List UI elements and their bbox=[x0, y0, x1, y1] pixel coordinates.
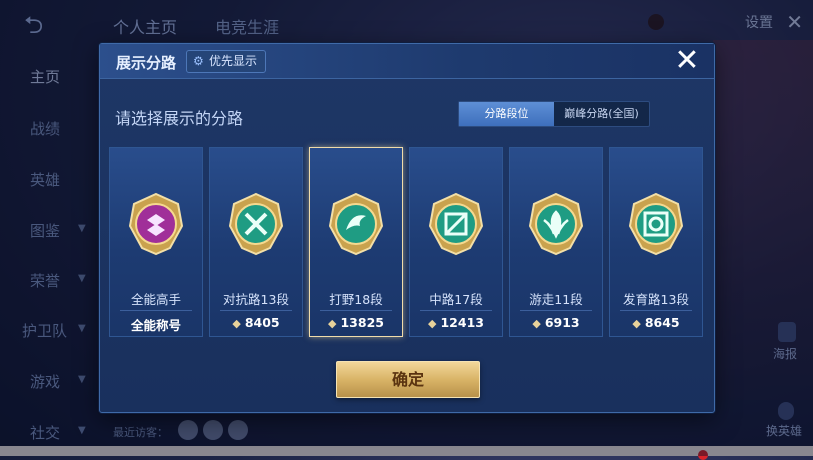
diamond-icon: ◆ bbox=[632, 317, 641, 330]
close-icon[interactable]: ✕ bbox=[672, 46, 702, 76]
lane-value: ◆ 8645 bbox=[610, 315, 702, 330]
dialog-title: 展示分路 bbox=[116, 54, 177, 72]
lane-value-text: 13825 bbox=[340, 315, 384, 330]
divider bbox=[120, 310, 192, 311]
lane-name: 中路17段 bbox=[429, 292, 483, 307]
lane-display-dialog: 展示分路 ⚙ 优先显示 ✕ 请选择展示的分路 分路段位 巅峰分路(全国) 全能高手… bbox=[99, 43, 715, 413]
lane-card-adc[interactable]: 发育路13段 ◆ 8645 bbox=[609, 147, 703, 337]
priority-display-button[interactable]: ⚙ 优先显示 bbox=[186, 50, 267, 73]
lane-name: 游走11段 bbox=[529, 292, 583, 307]
adc-lane-emblem-icon bbox=[628, 192, 684, 256]
lane-name: 打野18段 bbox=[329, 292, 383, 307]
tab-peak-lane[interactable]: 巅峰分路(全国) bbox=[554, 102, 649, 126]
lane-card-all-rounder[interactable]: 全能高手 全能称号 bbox=[109, 147, 203, 337]
lane-name: 全能高手 bbox=[130, 292, 181, 307]
lane-value-text: 8405 bbox=[244, 315, 280, 330]
support-emblem-icon bbox=[528, 192, 584, 256]
tab-lane-rank[interactable]: 分路段位 bbox=[459, 102, 554, 126]
lane-card-mid[interactable]: 中路17段 ◆ 12413 bbox=[409, 147, 503, 337]
dialog-subtitle: 请选择展示的分路 bbox=[115, 109, 244, 128]
lane-value-text: 6913 bbox=[544, 315, 580, 330]
jungle-emblem-icon bbox=[328, 192, 384, 256]
divider bbox=[620, 310, 692, 311]
lane-card-jungle[interactable]: 打野18段 ◆ 13825 bbox=[309, 147, 403, 337]
divider bbox=[320, 310, 392, 311]
diamond-icon: ◆ bbox=[232, 317, 241, 330]
ranking-toggle: 分路段位 巅峰分路(全国) bbox=[458, 101, 650, 127]
gear-icon: ⚙ bbox=[193, 54, 204, 68]
divider bbox=[420, 310, 492, 311]
divider bbox=[520, 310, 592, 311]
priority-display-label: 优先显示 bbox=[209, 54, 258, 68]
lane-value-text: 12413 bbox=[440, 315, 484, 330]
top-lane-emblem-icon bbox=[228, 192, 284, 256]
lane-value: ◆ 8405 bbox=[210, 315, 302, 330]
divider bbox=[220, 310, 292, 311]
lane-value-text: 8645 bbox=[644, 315, 680, 330]
lane-name: 对抗路13段 bbox=[223, 292, 289, 307]
diamond-icon: ◆ bbox=[328, 317, 337, 330]
lane-name: 发育路13段 bbox=[623, 292, 689, 307]
mid-lane-emblem-icon bbox=[428, 192, 484, 256]
lane-value: ◆ 6913 bbox=[510, 315, 602, 330]
confirm-button[interactable]: 确定 bbox=[336, 361, 480, 398]
dialog-header: 展示分路 ⚙ 优先显示 ✕ bbox=[100, 44, 714, 79]
lane-card-top[interactable]: 对抗路13段 ◆ 8405 bbox=[209, 147, 303, 337]
lane-value: ◆ 12413 bbox=[410, 315, 502, 330]
diamond-icon: ◆ bbox=[532, 317, 541, 330]
diamond-icon: ◆ bbox=[428, 317, 437, 330]
lane-card-support[interactable]: 游走11段 ◆ 6913 bbox=[509, 147, 603, 337]
lane-value-text: 全能称号 bbox=[130, 318, 181, 333]
lane-value: ◆ 13825 bbox=[310, 315, 402, 330]
all-rounder-emblem-icon bbox=[128, 192, 184, 256]
lane-value: 全能称号 bbox=[110, 315, 202, 334]
